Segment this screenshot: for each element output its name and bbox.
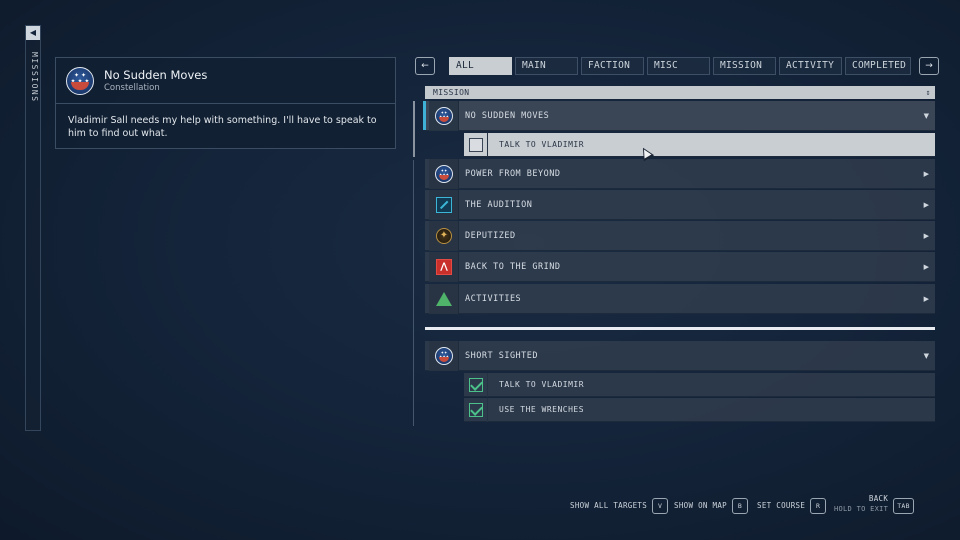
chevron-down-icon: ▼: [923, 112, 929, 120]
mission-label: DEPUTIZED: [465, 231, 516, 241]
constellation-icon: ✦✦ ✦✦✦: [435, 347, 453, 365]
mission-title: No Sudden Moves: [104, 68, 208, 82]
footer-hints: SHOW ALL TARGETS V SHOW ON MAP B SET COURS…: [570, 494, 930, 520]
objective-label: USE THE WRENCHES: [499, 405, 585, 414]
missions-sidebar: ◀ MISSIONS: [25, 25, 41, 431]
unchecked-box-icon: [469, 138, 483, 152]
sidebar-label: MISSIONS: [30, 52, 39, 103]
key-hint: TAB: [893, 498, 914, 514]
audition-icon: [436, 197, 452, 213]
set-course-label: SET COURSE: [757, 501, 806, 510]
mission-row-the-audition[interactable]: THE AUDITION ▶: [425, 190, 935, 220]
show-on-map-button[interactable]: SHOW ON MAP B: [674, 496, 748, 516]
chevron-right-icon: ▶: [923, 263, 929, 271]
objective-row-talk-to-vladimir-completed[interactable]: TALK TO VLADIMIR: [464, 373, 935, 397]
grind-icon: ⋀: [436, 259, 452, 275]
mission-icon-cell: [429, 190, 459, 220]
objective-label: TALK TO VLADIMIR: [499, 380, 585, 389]
activities-icon: [436, 292, 452, 306]
tab-all[interactable]: ALL: [449, 57, 512, 75]
key-hint: B: [731, 498, 748, 514]
objective-row-talk-to-vladimir[interactable]: TALK TO VLADIMIR: [464, 133, 935, 157]
tab-main[interactable]: MAIN: [515, 57, 578, 75]
mission-row-activities[interactable]: ACTIVITIES ▶: [425, 284, 935, 314]
constellation-icon: ✦ ✦ ✦ ✦ ✦: [66, 67, 94, 95]
back-button[interactable]: BACK HOLD TO EXIT TAB: [834, 494, 914, 516]
mission-label: THE AUDITION: [465, 200, 533, 210]
objective-checkbox: [464, 373, 488, 397]
mission-icon-cell: ✦✦ ✦✦✦: [429, 341, 459, 371]
mission-tabs: ← ALL MAIN FACTION MISC MISSION ACTIVITY…: [415, 57, 939, 77]
list-rail: [413, 160, 414, 426]
show-all-targets-label: SHOW ALL TARGETS: [570, 501, 648, 510]
next-tab-arrow-icon[interactable]: →: [919, 57, 939, 75]
mission-row-no-sudden-moves[interactable]: ✦✦ ✦✦✦ NO SUDDEN MOVES ▼: [423, 101, 935, 131]
tab-completed[interactable]: COMPLETED: [845, 57, 911, 75]
mission-icon-cell: [429, 221, 459, 251]
tab-activity[interactable]: ACTIVITY: [779, 57, 842, 75]
mission-row-power-from-beyond[interactable]: ✦✦ ✦✦✦ POWER FROM BEYOND ▶: [425, 159, 935, 189]
key-hint: R: [810, 498, 827, 514]
mission-icon-cell: ✦✦ ✦✦✦: [429, 101, 459, 131]
mission-detail-header: ✦ ✦ ✦ ✦ ✦ No Sudden Moves Constellation: [56, 58, 395, 104]
mission-row-short-sighted[interactable]: ✦✦ ✦✦✦ SHORT SIGHTED ▼: [425, 341, 935, 371]
show-on-map-label: SHOW ON MAP: [674, 501, 727, 510]
selection-rail: [413, 101, 415, 157]
deputized-icon: [436, 228, 452, 244]
chevron-right-icon: ▶: [923, 232, 929, 240]
column-header-label: MISSION: [433, 88, 470, 97]
sort-icon[interactable]: ⇕: [926, 86, 931, 99]
set-course-button[interactable]: SET COURSE R: [757, 496, 827, 516]
prev-tab-arrow-icon[interactable]: ←: [415, 57, 435, 75]
mission-label: ACTIVITIES: [465, 294, 522, 304]
mission-label: POWER FROM BEYOND: [465, 169, 561, 179]
checkmark-icon: [469, 378, 483, 392]
mission-icon-cell: ✦✦ ✦✦✦: [429, 159, 459, 189]
key-hint: V: [652, 498, 669, 514]
section-divider: [425, 327, 935, 330]
mission-label: SHORT SIGHTED: [465, 351, 539, 361]
back-label: BACK: [868, 494, 889, 503]
objective-checkbox: [464, 398, 488, 422]
mission-faction: Constellation: [104, 83, 160, 93]
mission-description: Vladimir Sall needs my help with somethi…: [68, 115, 377, 139]
mission-label: BACK TO THE GRIND: [465, 262, 561, 272]
back-triangle-icon[interactable]: ◀: [26, 26, 40, 40]
tab-faction[interactable]: FACTION: [581, 57, 644, 75]
mission-row-back-to-the-grind[interactable]: ⋀ BACK TO THE GRIND ▶: [425, 252, 935, 282]
objective-checkbox: [464, 133, 488, 157]
chevron-right-icon: ▶: [923, 201, 929, 209]
mission-icon-cell: ⋀: [429, 252, 459, 282]
show-all-targets-button[interactable]: SHOW ALL TARGETS V: [570, 496, 669, 516]
chevron-right-icon: ▶: [923, 295, 929, 303]
chevron-right-icon: ▶: [923, 170, 929, 178]
objective-row-use-the-wrenches[interactable]: USE THE WRENCHES: [464, 398, 935, 422]
mission-label: NO SUDDEN MOVES: [465, 111, 550, 121]
mission-row-deputized[interactable]: DEPUTIZED ▶: [425, 221, 935, 251]
mission-detail-card: ✦ ✦ ✦ ✦ ✦ No Sudden Moves Constellation V…: [55, 57, 396, 149]
mission-column-header[interactable]: MISSION ⇕: [425, 86, 935, 99]
constellation-icon: ✦✦ ✦✦✦: [435, 165, 453, 183]
chevron-down-icon: ▼: [923, 352, 929, 360]
selected-accent: [423, 101, 426, 130]
tab-mission[interactable]: MISSION: [713, 57, 776, 75]
tab-misc[interactable]: MISC: [647, 57, 710, 75]
constellation-icon: ✦✦ ✦✦✦: [435, 107, 453, 125]
mission-icon-cell: [429, 284, 459, 314]
checkmark-icon: [469, 403, 483, 417]
objective-label: TALK TO VLADIMIR: [499, 140, 585, 149]
hold-to-exit-label: HOLD TO EXIT: [834, 505, 889, 513]
